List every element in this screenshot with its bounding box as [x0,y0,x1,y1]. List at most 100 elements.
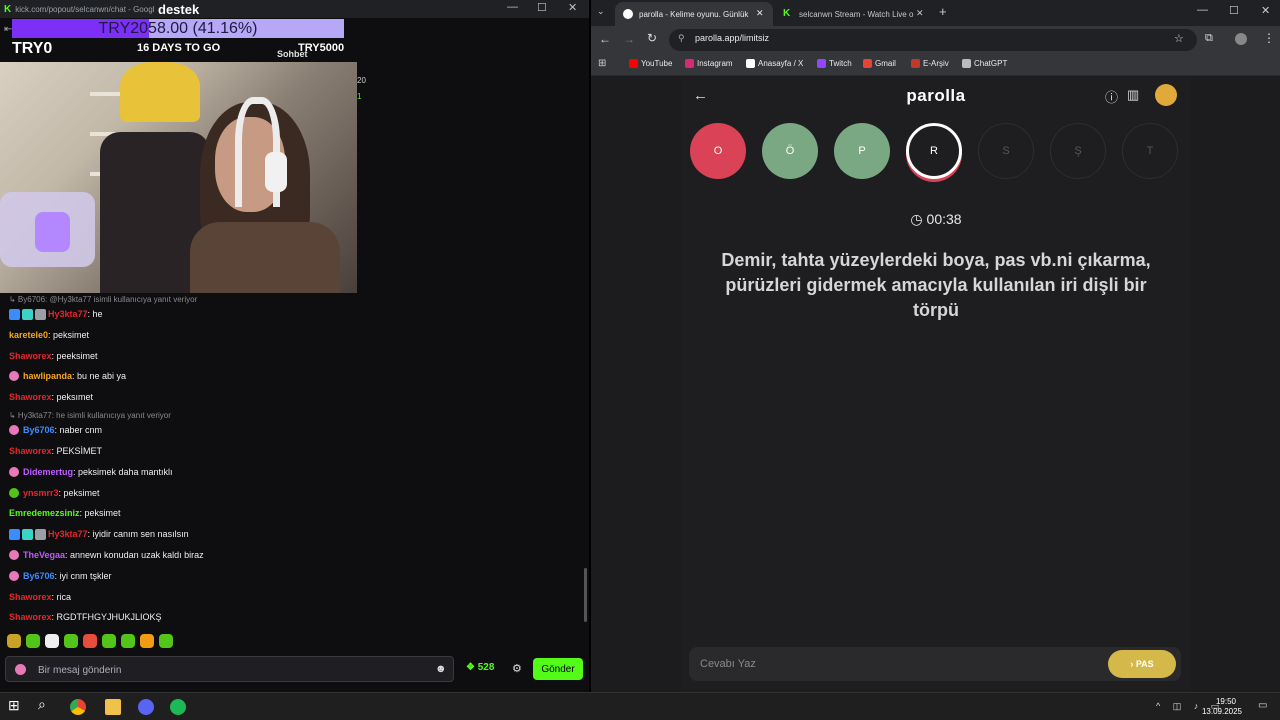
kick-chat-window: K kick.com/popout/selcanwn/chat - Googl … [0,0,589,692]
emote-icon[interactable] [140,634,154,648]
chat-username[interactable]: Shaworex [9,351,52,361]
pass-button[interactable]: › PAS [1108,650,1176,678]
chat-username[interactable]: Hy3kta77 [48,529,88,539]
emote-icon[interactable] [7,634,21,648]
bookmark-star-icon[interactable]: ☆ [1174,32,1184,45]
tab-bar: ⌄ parolla - Kelime oyunu. Günlük ✕ K sel… [591,0,1280,26]
maximize-icon[interactable]: ☐ [1229,4,1239,17]
question-text: Demir, tahta yüzeylerdeki boya, pas vb.n… [721,250,1151,320]
chat-text: : iyi cnm tşkler [54,570,112,581]
tab-search-icon[interactable]: ⌄ [597,6,605,17]
chat-username[interactable]: By6706 [23,425,55,435]
letter-circle-correct: Ö [762,123,818,179]
bookmark-item[interactable]: E-Arşiv [911,59,949,68]
stats-icon[interactable]: ▥ [1127,87,1139,103]
chat-username[interactable]: Shaworex [9,592,52,602]
chat-scrollbar[interactable] [584,568,587,622]
emote-icon[interactable] [121,634,135,648]
site-info-icon[interactable]: ⚲ [678,33,685,44]
answer-input[interactable] [700,656,1080,672]
chat-username[interactable]: By6706 [23,571,55,581]
extensions-icon[interactable]: ⧉ [1205,32,1213,45]
chat-text: : bu ne abi ya [72,371,127,382]
clock-time: 19:50 [1215,697,1237,706]
pink-badge-icon [9,570,19,581]
address-bar[interactable]: ⚲ parolla.app/limitsiz ☆ [669,29,1197,51]
parolla-game: ← parolla ⓘ ▥ OÖPRSŞT ◷ 00:38 Demir, tah… [681,77,1191,692]
chat-text: : iyidir canım sen nasılsın [87,529,189,540]
emote-icon[interactable] [26,634,40,648]
back-icon[interactable]: ← [599,32,611,46]
emoji-picker-icon[interactable]: ☻ [435,663,447,675]
chat-message: TheVegaa: annewn konudan uzak kaldı bira… [9,548,204,562]
close-tab-icon[interactable]: ✕ [756,8,764,19]
chrome-icon[interactable] [70,699,86,715]
chat-settings-icon[interactable]: ⚙ [512,662,522,675]
search-icon[interactable]: ⌕ [38,696,54,712]
discord-icon[interactable] [138,699,154,715]
chat-username[interactable]: Shaworex [9,392,52,402]
bookmark-label: Gmail [875,59,896,68]
maximize-icon[interactable]: ☐ [537,1,547,14]
info-icon[interactable]: ⓘ [1105,87,1118,106]
menu-icon[interactable]: ⋮ [1263,31,1275,45]
emote-icon[interactable] [102,634,116,648]
chat-username[interactable]: ynsmrr3 [23,488,59,498]
pink-badge-icon [9,425,19,436]
close-icon[interactable]: ✕ [1261,4,1270,17]
bookmark-favicon-icon [863,59,872,68]
profile-avatar[interactable] [1235,33,1247,45]
tab-parolla[interactable]: parolla - Kelime oyunu. Günlük ✕ [615,2,773,26]
channel-points[interactable]: ❖ 528 [466,662,494,673]
chat-input-box: ☻ [5,656,454,682]
forward-icon[interactable]: → [623,32,635,46]
windows-start-icon[interactable]: ⊞ [8,697,24,713]
bookmark-item[interactable]: Anasayfa / X [746,59,803,68]
new-tab-icon[interactable]: + [939,4,947,19]
goal-days-left: 16 DAYS TO GO [137,42,221,54]
browser-window: ⌄ parolla - Kelime oyunu. Günlük ✕ K sel… [591,0,1280,692]
chat-username[interactable]: hawlipanda [23,371,72,381]
chat-message: By6706: iyi cnm tşkler [9,569,112,583]
chat-text: : annewn konudan uzak kaldı biraz [65,550,204,560]
chat-username[interactable]: karetele0 [9,330,48,340]
letter-circle-pending: Ş [1050,123,1106,179]
user-avatar[interactable] [1155,84,1177,106]
chat-username[interactable]: Didemertug [23,467,73,477]
tab-kick-stream[interactable]: K selcanwn Stream - Watch Live o ✕ [775,2,933,26]
minimize-icon[interactable]: — [1197,4,1208,16]
file-explorer-icon[interactable] [105,699,121,715]
bookmark-item[interactable]: Twitch [817,59,852,68]
spotify-icon[interactable] [170,699,186,715]
reply-context: ↳ By6706: @Hy3kta77 isimli kullanıcıya y… [9,295,198,304]
chat-message-input[interactable] [38,662,418,678]
chat-username[interactable]: Shaworex [9,446,52,456]
emote-icon[interactable] [45,634,59,648]
close-icon[interactable]: ✕ [568,1,577,14]
chat-text: : peeksimet [51,350,98,361]
chat-message: Shaworex: peksımet [9,390,93,404]
send-message-button[interactable]: Gönder [533,658,583,680]
quick-emote-row [7,634,173,648]
reload-icon[interactable]: ↻ [647,31,657,45]
chat-username[interactable]: Shaworex [9,612,52,622]
bookmark-item[interactable]: ChatGPT [962,59,1007,68]
chat-username[interactable]: TheVegaa [23,550,65,560]
bookmark-favicon-icon [746,59,755,68]
letter-circle-wrong: O [690,123,746,179]
bookmark-label: ChatGPT [974,59,1008,68]
emote-icon[interactable] [64,634,78,648]
notifications-icon[interactable]: ▭ [1258,700,1267,711]
emote-icon[interactable] [83,634,97,648]
chat-username[interactable]: Emredemezsiniz [9,508,80,518]
chat-username[interactable]: Hy3kta77 [48,309,88,319]
close-tab-icon[interactable]: ✕ [916,8,924,19]
chat-message: Didemertug: peksimek daha mantıklı [9,465,173,479]
apps-grid-icon[interactable]: ⊞ [598,58,606,69]
chat-message: Hy3kta77: he [9,307,103,321]
bookmark-item[interactable]: Instagram [685,59,733,68]
bookmark-item[interactable]: YouTube [629,59,672,68]
emote-icon[interactable] [159,634,173,648]
bookmark-item[interactable]: Gmail [863,59,896,68]
minimize-icon[interactable]: — [507,1,518,13]
